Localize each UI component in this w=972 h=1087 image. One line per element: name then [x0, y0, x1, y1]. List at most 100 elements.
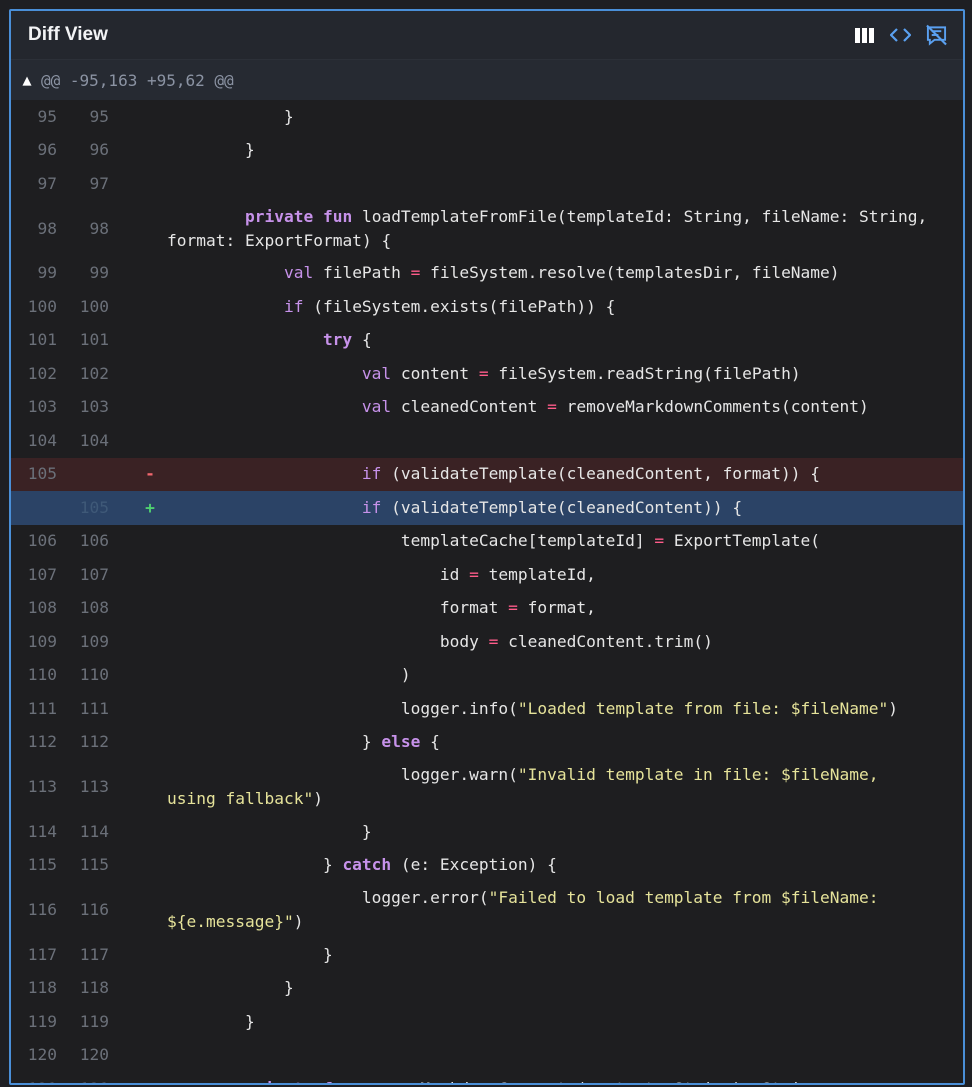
old-line-number: 105 [27, 464, 57, 484]
new-line-number: 99 [89, 263, 110, 283]
old-line-number: 104 [27, 430, 57, 450]
new-line-number: 104 [79, 430, 109, 450]
new-line-number: 95 [89, 106, 110, 126]
diff-line-added[interactable]: 105 + if (validateTemplate(cleanedContent… [11, 491, 963, 525]
code-text: val cleanedContent = removeMarkdownComme… [361, 397, 869, 417]
new-line-number: 101 [79, 330, 109, 350]
diff-line[interactable]: 98 98 private fun loadTemplateFromFile(te… [11, 201, 963, 257]
new-line-number: 97 [89, 173, 110, 193]
new-line-number: 103 [79, 397, 109, 417]
code-text: val content = fileSystem.readString(file… [361, 363, 801, 383]
diff-sign: - [145, 464, 155, 484]
diff-line[interactable]: 107 107 id = templateId, [11, 558, 963, 592]
code-text: val filePath = fileSystem.resolve(templa… [283, 263, 840, 283]
old-line-number: 107 [27, 564, 57, 584]
new-line-number: 114 [79, 821, 109, 841]
old-line-number: 112 [27, 732, 57, 752]
code-text: } [361, 821, 372, 841]
new-line-number: 109 [79, 631, 109, 651]
code-text: format = format, [439, 598, 596, 618]
new-line-number: 96 [89, 140, 110, 160]
new-line-number: 115 [79, 855, 109, 875]
diff-line[interactable]: 119 119 } [11, 1005, 963, 1039]
old-line-number: 106 [27, 531, 57, 551]
diff-line[interactable]: 120 120 [11, 1039, 963, 1073]
new-line-number: 98 [89, 218, 110, 238]
diff-line[interactable]: 110 110 ) [11, 659, 963, 693]
diff-line[interactable]: 113 113 logger.warn("Invalid template in … [11, 759, 963, 815]
new-line-number: 120 [79, 1045, 109, 1065]
new-line-number: 105 [79, 497, 109, 517]
code-text: logger.info("Loaded template from file: … [400, 698, 898, 718]
diff-line[interactable]: 103 103 val cleanedContent = removeMarkdo… [11, 391, 963, 425]
diff-line[interactable]: 95 95 } [11, 100, 963, 134]
diff-line[interactable]: 118 118 } [11, 972, 963, 1006]
new-line-number: 116 [79, 900, 109, 919]
code-text: if (validateTemplate(cleanedContent, for… [361, 464, 821, 484]
diff-line[interactable]: 109 109 body = cleanedContent.trim() [11, 625, 963, 659]
diff-line[interactable]: 111 111 logger.info("Loaded template from… [11, 692, 963, 726]
diff-line[interactable]: 115 115 } catch (e: Exception) { [11, 849, 963, 883]
code-text: private fun removeMarkdownComments(conte… [167, 1073, 963, 1083]
old-line-number: 115 [27, 855, 57, 875]
old-line-number: 110 [27, 665, 57, 685]
diff-line[interactable]: 100 100 if (fileSystem.exists(filePath)) … [11, 290, 963, 324]
diff-line[interactable]: 99 99 val filePath = fileSystem.resolve(t… [11, 257, 963, 291]
diff-line[interactable]: 97 97 [11, 167, 963, 201]
code-text: } [283, 106, 294, 126]
new-line-number: 113 [79, 777, 109, 796]
diff-line[interactable]: 116 116 logger.error("Failed to load temp… [11, 882, 963, 938]
diff-line[interactable]: 96 96 } [11, 134, 963, 168]
code-text: ) [400, 665, 411, 685]
code-text: templateCache[templateId] = ExportTempla… [400, 531, 821, 551]
old-line-number: 99 [37, 263, 58, 283]
new-line-number: 100 [79, 296, 109, 316]
old-line-number: 113 [27, 777, 57, 796]
diff-line[interactable]: 108 108 format = format, [11, 592, 963, 626]
old-line-number: 111 [27, 698, 57, 718]
old-line-number: 109 [27, 631, 57, 651]
diff-line[interactable]: 101 101 try { [11, 324, 963, 358]
new-line-number: 107 [79, 564, 109, 584]
diff-line[interactable]: 102 102 val content = fileSystem.readStri… [11, 357, 963, 391]
diff-line[interactable]: 106 106 templateCache[templateId] = Expor… [11, 525, 963, 559]
diff-view-panel: Diff View ▲ @@ -95,163 +95,62 @@ 95 95 } 9… [9, 9, 965, 1085]
old-line-number: 100 [27, 296, 57, 316]
new-line-number: 117 [79, 944, 109, 964]
code-text: body = cleanedContent.trim() [439, 631, 713, 651]
code-text: if (validateTemplate(cleanedContent)) { [361, 497, 743, 517]
code-text: } [283, 978, 294, 998]
code-text: if (fileSystem.exists(filePath)) { [283, 296, 616, 316]
code-text: } [322, 944, 333, 964]
collapse-caret-icon[interactable]: ▲ [19, 71, 35, 89]
diff-line[interactable]: 104 104 [11, 424, 963, 458]
diff-line[interactable]: 121121 private fun removeMarkdownComment… [11, 1072, 963, 1083]
old-line-number: 97 [37, 173, 58, 193]
diff-line[interactable]: 114 114 } [11, 815, 963, 849]
new-line-number: 118 [79, 978, 109, 998]
columns-icon[interactable] [854, 25, 875, 46]
old-line-number: 120 [27, 1045, 57, 1065]
code-text: try { [322, 330, 372, 350]
old-line-number: 95 [37, 106, 58, 126]
old-line-number: 117 [27, 944, 57, 964]
toolbar [854, 24, 947, 46]
diff-line[interactable]: 112 112 } else { [11, 726, 963, 760]
diff-line[interactable]: 117 117 } [11, 938, 963, 972]
new-line-number: 112 [79, 732, 109, 752]
new-line-number: 106 [79, 531, 109, 551]
old-line-number: 98 [37, 218, 58, 238]
old-line-number: 119 [27, 1011, 57, 1031]
old-line-number: 121 [11, 1077, 57, 1083]
code-icon[interactable] [890, 25, 911, 46]
old-line-number: 116 [27, 900, 57, 919]
old-line-number: 103 [27, 397, 57, 417]
comment-off-icon[interactable] [926, 24, 947, 46]
diff-code-area: 95 95 } 96 96 } 97 97 98 98 private fun loadTem… [11, 100, 963, 1083]
diff-line-removed[interactable]: 105 - if (validateTemplate(cleanedContent… [11, 457, 963, 491]
new-line-number: 110 [79, 665, 109, 685]
code-text: } catch (e: Exception) { [322, 855, 557, 875]
new-line-number: 119 [79, 1011, 109, 1031]
